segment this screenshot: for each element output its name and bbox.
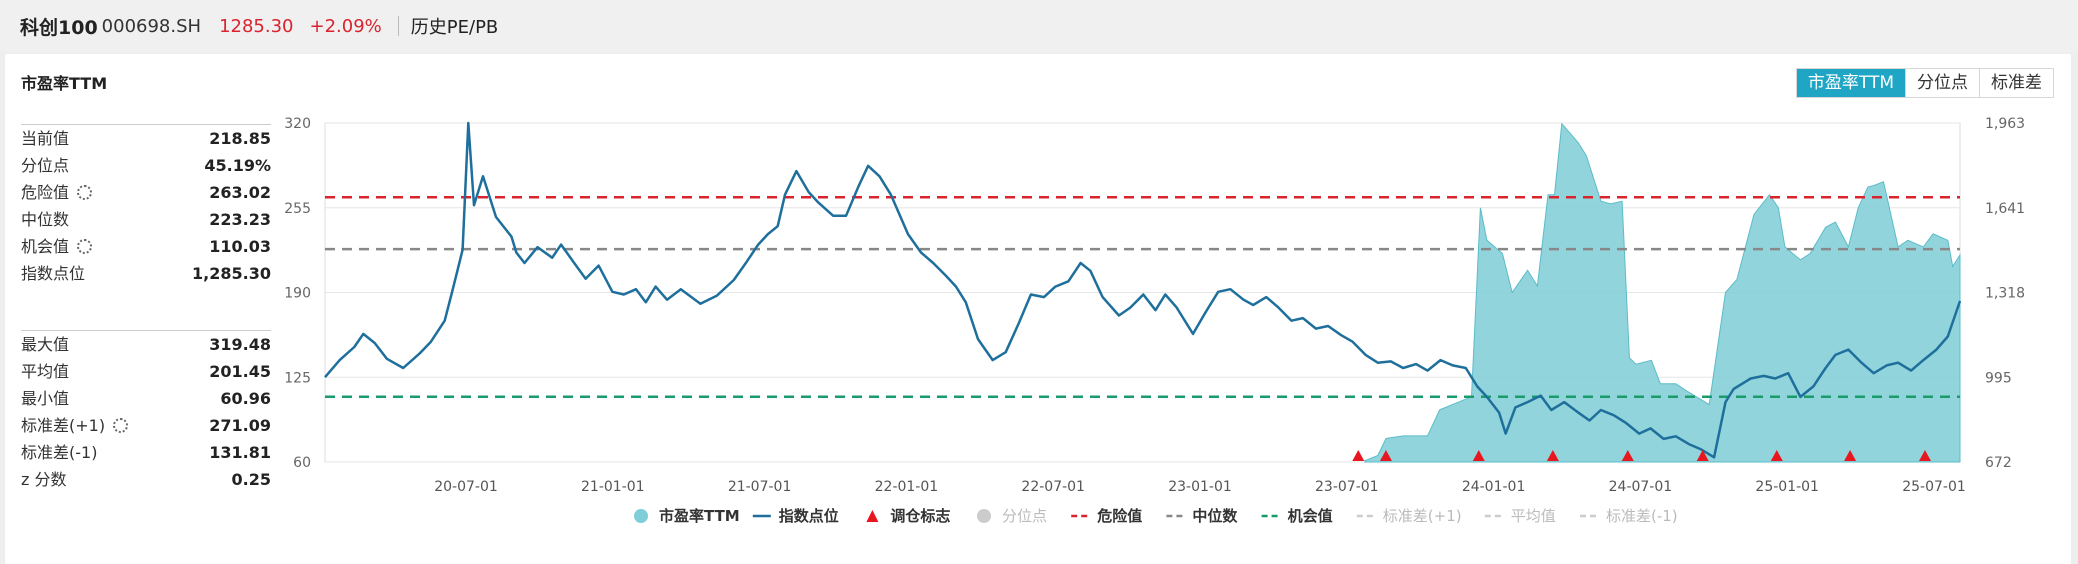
tab-history-pe-pb[interactable]: 历史PE/PB	[411, 13, 499, 39]
legend-item[interactable]: 平均值	[1484, 507, 1556, 525]
header-divider	[397, 16, 399, 36]
x-tick-label: 21-07-01	[728, 479, 792, 495]
index-price: 1285.30	[219, 15, 294, 37]
y-right-tick-label: 995	[1985, 370, 2012, 386]
y-right-tick-label: 672	[1985, 455, 2012, 471]
chart-panel: 市盈率TTM 市盈率TTM 分位点 标准差 当前值 218.85 分位点 45.19…	[5, 54, 2071, 564]
y-right-tick-label: 1,963	[1985, 116, 2025, 132]
y-right-tick-label: 1,318	[1985, 286, 2025, 302]
legend-label: 调仓标志	[890, 507, 950, 525]
pe-chart[interactable]: 320 255 190 125 60 1,963 1,641 1,318 995 672 20-07…	[5, 54, 2071, 564]
legend-marker	[634, 509, 648, 523]
x-tick-label: 22-01-01	[875, 479, 939, 495]
legend-label: 危险值	[1097, 507, 1142, 525]
legend-item[interactable]: 指数点位	[752, 507, 839, 525]
index-change: +2.09%	[309, 15, 382, 37]
x-tick-label: 21-01-01	[581, 479, 645, 495]
legend-marker	[866, 510, 879, 522]
x-tick-label: 24-07-01	[1609, 479, 1673, 495]
legend-label: 标准差(+1)	[1383, 507, 1462, 525]
legend-item[interactable]: 市盈率TTM	[634, 507, 740, 525]
x-tick-label: 23-07-01	[1315, 479, 1379, 495]
legend-item[interactable]: 危险值	[1071, 507, 1142, 525]
legend-marker	[977, 509, 991, 523]
x-tick-label: 22-07-01	[1021, 479, 1085, 495]
legend-item[interactable]: 机会值	[1261, 507, 1333, 525]
index-code: 000698.SH	[101, 15, 202, 37]
y-left-tick-label: 125	[284, 370, 311, 386]
legend-item[interactable]: 标准差(-1)	[1580, 507, 1678, 525]
x-tick-label: 20-07-01	[434, 479, 498, 495]
x-tick-label: 24-01-01	[1462, 479, 1526, 495]
x-tick-label: 25-01-01	[1755, 479, 1819, 495]
y-left-tick-label: 320	[284, 116, 311, 132]
legend-item[interactable]: 标准差(+1)	[1356, 507, 1462, 525]
legend-label: 中位数	[1192, 507, 1238, 525]
legend-label: 市盈率TTM	[659, 507, 740, 525]
legend-item[interactable]: 中位数	[1166, 507, 1238, 525]
legend-label: 指数点位	[779, 507, 839, 525]
legend-label: 标准差(-1)	[1606, 507, 1678, 525]
legend-label: 机会值	[1288, 507, 1333, 525]
y-right-tick-label: 1,641	[1985, 201, 2025, 217]
y-left-tick-label: 255	[284, 201, 311, 217]
index-name: 科创100	[20, 16, 98, 39]
legend-label: 分位点	[1002, 507, 1047, 525]
legend-item[interactable]: 调仓标志	[866, 507, 950, 525]
x-tick-label: 25-07-01	[1902, 479, 1966, 495]
x-tick-label: 23-01-01	[1168, 479, 1232, 495]
y-left-tick-label: 190	[284, 286, 311, 302]
rebalance-marker	[1352, 450, 1365, 461]
legend-item[interactable]: 分位点	[977, 507, 1047, 525]
legend-label: 平均值	[1511, 507, 1556, 525]
header-bar: 科创100 000698.SH 1285.30 +2.09% 历史PE/PB	[0, 0, 2078, 52]
y-left-tick-label: 60	[293, 455, 311, 471]
